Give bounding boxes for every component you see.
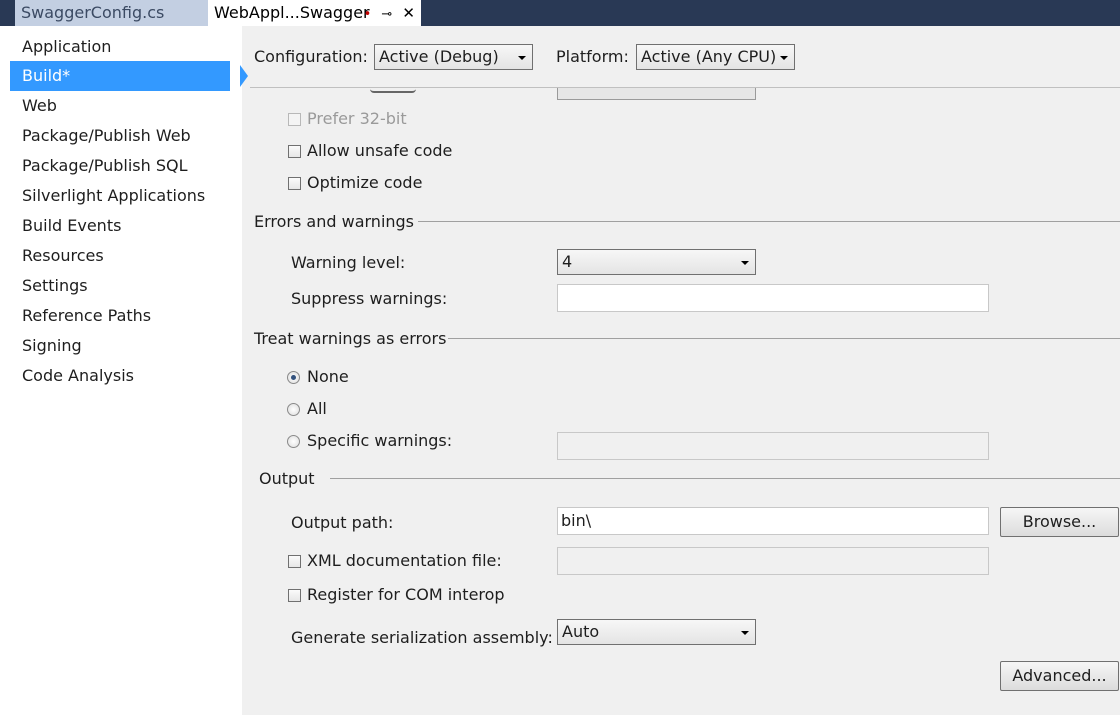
- allow-unsafe-checkbox[interactable]: [288, 145, 301, 158]
- com-interop-checkbox[interactable]: [288, 589, 301, 602]
- output-path-input[interactable]: bin\: [557, 507, 989, 535]
- sidebar-item-silverlight-applications[interactable]: Silverlight Applications: [10, 181, 230, 211]
- allow-unsafe-label: Allow unsafe code: [307, 141, 453, 160]
- serialization-select[interactable]: Auto: [557, 619, 756, 645]
- chevron-down-icon: [741, 631, 749, 635]
- optimize-label: Optimize code: [307, 173, 423, 192]
- advanced-button-label: Advanced...: [1012, 666, 1107, 685]
- modified-dot-icon: •: [363, 7, 372, 22]
- browse-button[interactable]: Browse...: [1000, 507, 1119, 537]
- specific-warnings-input[interactable]: [557, 432, 989, 460]
- errors-section-divider: [418, 221, 1120, 222]
- suppress-warnings-input[interactable]: [557, 284, 989, 312]
- sidebar-item-label: Build Events: [22, 216, 122, 235]
- chevron-down-icon: [780, 56, 788, 60]
- sidebar-item-label: Code Analysis: [22, 366, 134, 385]
- advanced-button[interactable]: Advanced...: [1000, 661, 1119, 691]
- tab-webappl-swagger[interactable]: WebAppl...Swagger • ⊸ ✕: [208, 0, 421, 26]
- radio-specific-warnings-label: Specific warnings:: [307, 431, 453, 450]
- radio-all-label: All: [307, 399, 327, 418]
- xml-documentation-label: XML documentation file:: [307, 551, 502, 570]
- property-pages-sidebar: Application Build* Web Package/Publish W…: [0, 26, 248, 715]
- suppress-warnings-label: Suppress warnings:: [291, 289, 448, 308]
- com-interop-label: Register for COM interop: [307, 585, 505, 604]
- xml-documentation-checkbox[interactable]: [288, 555, 301, 568]
- output-path-label: Output path:: [291, 513, 394, 532]
- sidebar-item-label: Settings: [22, 276, 88, 295]
- sidebar-item-label: Reference Paths: [22, 306, 152, 325]
- warning-level-label: Warning level:: [291, 253, 406, 272]
- radio-all[interactable]: [287, 403, 300, 416]
- warning-level-value: 4: [562, 252, 573, 271]
- platform-label: Platform:: [556, 47, 629, 66]
- pin-icon[interactable]: ⊸: [381, 7, 392, 22]
- xml-documentation-input[interactable]: [557, 547, 989, 575]
- treat-warnings-section-divider: [448, 338, 1120, 339]
- chevron-down-icon: [518, 56, 526, 60]
- sidebar-item-label: Build*: [22, 66, 71, 85]
- configuration-value: Active (Debug): [379, 47, 499, 66]
- prefer32-checkbox[interactable]: [288, 113, 301, 126]
- sidebar-item-package-publish-web[interactable]: Package/Publish Web: [10, 121, 230, 151]
- document-tab-bar: SwaggerConfig.cs WebAppl...Swagger • ⊸ ✕: [0, 0, 1120, 26]
- sidebar-item-label: Package/Publish Web: [22, 126, 191, 145]
- sidebar-item-resources[interactable]: Resources: [10, 241, 230, 271]
- radio-specific-warnings[interactable]: [287, 435, 300, 448]
- optimize-checkbox[interactable]: [288, 177, 301, 190]
- sidebar-item-package-publish-sql[interactable]: Package/Publish SQL: [10, 151, 230, 181]
- selected-arrow-icon: [240, 65, 248, 87]
- tab-label: SwaggerConfig.cs: [21, 3, 165, 22]
- output-section-divider: [330, 478, 1120, 479]
- chevron-down-icon: [741, 261, 749, 265]
- errors-section-title: Errors and warnings: [254, 212, 415, 231]
- configuration-select[interactable]: Active (Debug): [374, 44, 533, 70]
- sidebar-item-signing[interactable]: Signing: [10, 331, 230, 361]
- prefer32-label: Prefer 32-bit: [307, 109, 407, 128]
- close-icon[interactable]: ✕: [402, 4, 415, 22]
- sidebar-item-settings[interactable]: Settings: [10, 271, 230, 301]
- radio-none[interactable]: [287, 371, 300, 384]
- serialization-label: Generate serialization assembly:: [291, 628, 553, 647]
- radio-selected-dot-icon: [291, 375, 296, 380]
- output-section-title: Output: [259, 469, 315, 488]
- sidebar-item-label: Package/Publish SQL: [22, 156, 188, 175]
- scrolled-text-remnant: [370, 88, 416, 93]
- sidebar-item-web[interactable]: Web: [10, 91, 230, 121]
- serialization-value: Auto: [562, 622, 600, 641]
- sidebar-item-build[interactable]: Build*: [10, 61, 248, 91]
- sidebar-item-label: Silverlight Applications: [22, 186, 206, 205]
- sidebar-item-application[interactable]: Application: [10, 32, 230, 62]
- configuration-label: Configuration:: [254, 47, 368, 66]
- platform-select[interactable]: Active (Any CPU): [636, 44, 795, 70]
- sidebar-item-label: Web: [22, 96, 57, 115]
- sidebar-item-label: Resources: [22, 246, 104, 265]
- scrolled-combo-remnant: [557, 88, 756, 100]
- browse-button-label: Browse...: [1022, 512, 1097, 531]
- warning-level-select[interactable]: 4: [557, 249, 756, 275]
- sidebar-item-reference-paths[interactable]: Reference Paths: [10, 301, 230, 331]
- treat-warnings-section-title: Treat warnings as errors: [254, 329, 447, 348]
- sidebar-item-label: Signing: [22, 336, 82, 355]
- tab-label: WebAppl...Swagger: [214, 3, 370, 22]
- output-path-value: bin\: [561, 511, 592, 530]
- sidebar-item-build-events[interactable]: Build Events: [10, 211, 230, 241]
- radio-none-label: None: [307, 367, 349, 386]
- sidebar-item-label: Application: [22, 37, 112, 56]
- sidebar-item-code-analysis[interactable]: Code Analysis: [10, 361, 230, 391]
- platform-value: Active (Any CPU): [641, 47, 777, 66]
- tab-swaggerconfig[interactable]: SwaggerConfig.cs: [15, 0, 208, 26]
